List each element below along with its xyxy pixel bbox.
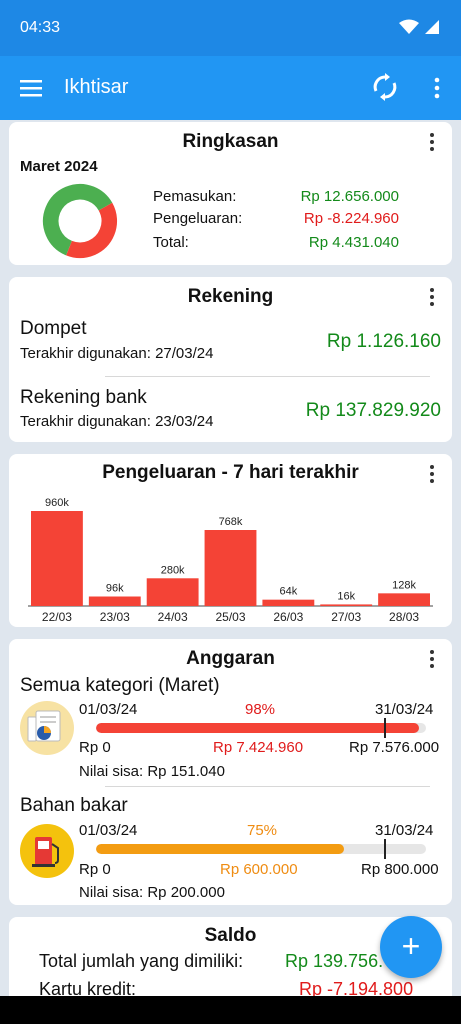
budget-report-icon [20,701,74,755]
budget-limit-marker [384,718,386,738]
account-name: Dompet [20,318,87,339]
budget-start-date: 01/03/24 [79,701,138,718]
x-tick-label: 27/03 [331,610,361,624]
expense-label: Pengeluaran: [153,210,243,227]
expenses-bar-chart: 960k 22/03 96k 23/03 280k 24/03 768k 25/03 64k 26… [28,497,433,624]
summary-card: Ringkasan Maret 2024 Pemasukan: Rp 12.65… [9,122,452,265]
menu-icon[interactable] [20,76,44,100]
x-tick-label: 25/03 [215,610,245,624]
budget-limit: Rp 7.576.000 [349,739,440,756]
total-value: Rp 4.431.040 [308,234,399,251]
bar-data-label: 280k [161,564,185,576]
budget-min: Rp 0 [79,861,111,878]
bar-28-03 [378,593,430,606]
budget-progress-fill [96,844,344,854]
app-bar: Ikhtisar [0,56,461,120]
bar-data-label: 768k [219,516,243,528]
x-tick-label: 26/03 [273,610,303,624]
accounts-title: Rekening [187,286,274,307]
bar-data-label: 128k [392,579,416,591]
bar-data-label: 960k [45,497,69,509]
bar-data-label: 16k [337,590,355,602]
budget-progress-track [96,723,426,733]
status-time: 04:33 [20,19,61,36]
account-last-used: Terakhir digunakan: 23/03/24 [20,413,214,430]
signal-icon [425,20,439,34]
x-tick-label: 28/03 [389,610,419,624]
bar-data-label: 64k [279,586,297,598]
accounts-card: Rekening Dompet Terakhir digunakan: 27/0… [9,277,452,442]
x-tick-label: 22/03 [42,610,72,624]
budget-remaining: Nilai sisa: Rp 151.040 [79,763,225,780]
budget-title: Anggaran [186,648,275,669]
budget-card: Anggaran Semua kategori (Maret) 01/03/24… [9,639,452,905]
summary-more-icon[interactable] [426,133,438,155]
fuel-pump-icon [20,824,74,878]
divider [105,786,430,787]
summary-donut-chart [42,183,118,259]
budget-progress-track [96,844,426,854]
expense-value: Rp -8.224.960 [303,210,399,227]
bar-24-03 [146,578,199,606]
budget-spent: Rp 600.000 [220,861,298,878]
budget-end-date: 31/03/24 [375,822,434,839]
budget-start-date: 01/03/24 [79,822,138,839]
budget-min: Rp 0 [79,739,111,756]
divider [105,376,430,377]
more-vert-icon[interactable] [430,76,444,100]
account-balance: Rp 1.126.160 [326,331,441,352]
bar-27-03 [320,604,373,606]
income-value: Rp 12.656.000 [300,188,399,205]
expenses-chart-card: Pengeluaran - 7 hari terakhir 960k 22/03 9… [9,454,452,627]
status-bar: 04:33 [0,0,461,56]
bar-data-label: 96k [106,583,124,595]
account-balance: Rp 137.829.920 [305,400,441,421]
bar-25-03 [204,530,257,606]
budget-name: Semua kategori (Maret) [20,675,220,696]
status-icons [398,19,439,40]
total-label: Total: [153,234,189,251]
account-last-used: Terakhir digunakan: 27/03/24 [20,345,214,362]
budget-percent: 75% [247,822,278,839]
accounts-more-icon[interactable] [426,288,438,310]
budget-limit: Rp 800.000 [361,861,439,878]
balance-total-value: Rp 139.756. [285,951,384,971]
page-title: Ikhtisar [64,76,129,98]
add-button[interactable]: + [380,916,442,978]
budget-spent: Rp 7.424.960 [213,739,304,756]
budget-limit-marker [384,839,386,859]
budget-end-date: 31/03/24 [375,701,434,718]
wifi-icon [398,19,419,34]
sync-icon[interactable] [370,72,400,102]
budget-remaining: Nilai sisa: Rp 200.000 [79,884,225,901]
summary-month: Maret 2024 [20,158,98,175]
budget-more-icon[interactable] [426,650,438,672]
summary-title: Ringkasan [182,131,279,152]
bar-22-03 [31,511,83,606]
x-tick-label: 23/03 [100,610,130,624]
bar-23-03 [88,596,141,606]
x-tick-label: 24/03 [158,610,188,624]
budget-name: Bahan bakar [20,795,128,816]
budget-progress-fill [96,723,420,733]
add-icon: + [401,928,421,964]
budget-percent: 98% [245,701,276,718]
income-label: Pemasukan: [153,188,237,205]
account-name: Rekening bank [20,387,147,408]
system-nav-bar [0,996,461,1024]
balance-total-label: Total jumlah yang dimiliki: [39,951,244,971]
bar-26-03 [262,599,315,606]
